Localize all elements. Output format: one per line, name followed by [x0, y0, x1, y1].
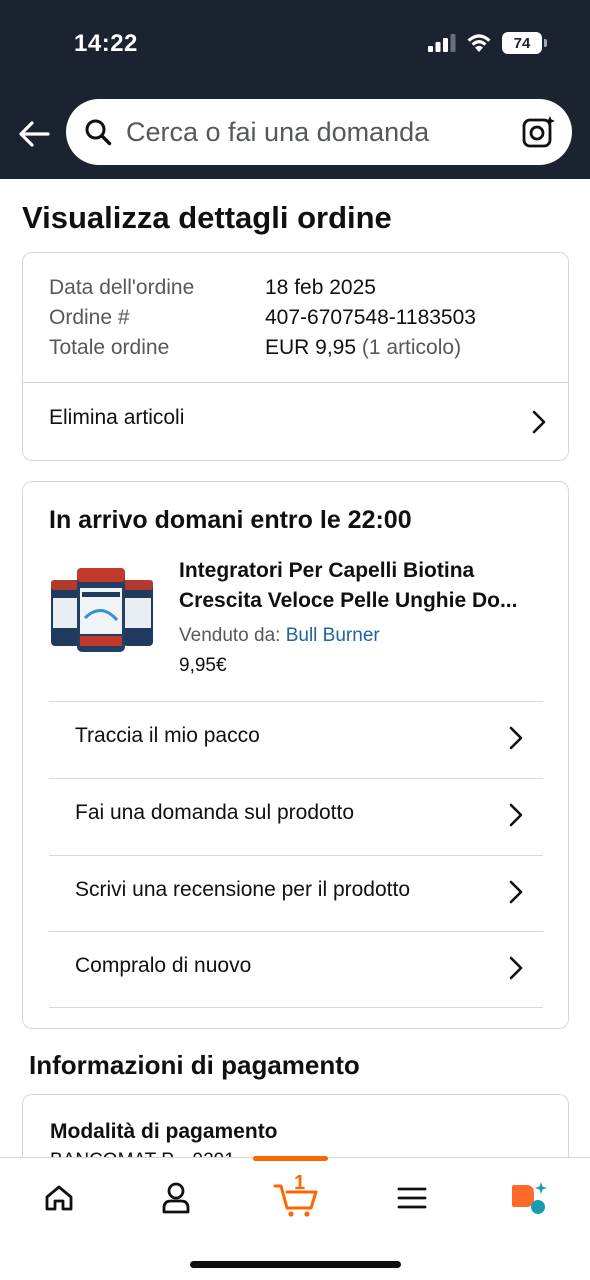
search-input[interactable]: Cerca o fai una domanda — [126, 117, 522, 148]
order-total-amount: EUR 9,95 — [265, 336, 357, 359]
arrow-left-icon — [19, 121, 50, 147]
ask-question-row[interactable]: Fai una domanda sul prodotto — [49, 779, 543, 855]
order-total-label: Totale ordine — [49, 336, 170, 359]
delete-items-row[interactable]: Elimina articoli — [23, 383, 568, 461]
order-summary-card: Data dell'ordine 18 feb 2025 Ordine # 40… — [22, 252, 569, 461]
nav-rufus[interactable] — [505, 1178, 555, 1218]
battery-icon: 74 — [502, 32, 547, 54]
delete-items-label: Elimina articoli — [49, 406, 185, 429]
buy-again-label: Compralo di nuovo — [75, 954, 252, 977]
home-icon — [45, 1185, 73, 1211]
order-number-value: 407-6707548-1183503 — [265, 306, 476, 329]
camera-lens-icon[interactable] — [522, 115, 556, 149]
product-price: 9,95€ — [179, 655, 227, 676]
payment-section-title: Informazioni di pagamento — [29, 1050, 360, 1080]
app-header: 14:22 74 Cerca o fai una domanda — [0, 0, 590, 179]
track-package-label: Traccia il mio pacco — [75, 724, 260, 747]
track-package-row[interactable]: Traccia il mio pacco — [49, 702, 543, 778]
delivery-estimate: In arrivo domani entro le 22:00 — [49, 506, 412, 534]
order-date-label: Data dell'ordine — [49, 276, 195, 299]
chevron-right-icon — [509, 726, 523, 750]
chevron-right-icon — [509, 880, 523, 904]
nav-menu[interactable] — [387, 1178, 437, 1218]
product-title[interactable]: Integratori Per Capelli Biotina Crescita… — [179, 556, 549, 616]
seller-link[interactable]: Bull Burner — [286, 625, 380, 646]
buy-again-row[interactable]: Compralo di nuovo — [49, 932, 543, 1008]
nav-home[interactable] — [34, 1178, 84, 1218]
search-bar[interactable]: Cerca o fai una domanda — [66, 99, 572, 165]
order-total-count: (1 articolo) — [356, 336, 462, 359]
product-image[interactable] — [49, 558, 155, 658]
divider — [49, 1007, 543, 1008]
shipment-card: In arrivo domani entro le 22:00 Integrat… — [22, 481, 569, 1029]
active-tab-indicator — [253, 1156, 328, 1161]
order-number-label: Ordine # — [49, 306, 130, 329]
product-title-line1: Integratori Per Capelli Biotina — [179, 559, 475, 582]
page-title: Visualizza dettagli ordine — [22, 200, 392, 235]
menu-icon — [397, 1187, 427, 1209]
sold-by-label: Venduto da: — [179, 625, 286, 646]
account-icon — [162, 1182, 190, 1214]
seller-info: Venduto da: Bull Burner — [179, 625, 380, 647]
chevron-right-icon — [509, 956, 523, 980]
write-review-row[interactable]: Scrivi una recensione per il prodotto — [49, 856, 543, 932]
search-icon — [85, 119, 112, 146]
chevron-right-icon — [509, 803, 523, 827]
order-total-value: EUR 9,95 (1 articolo) — [265, 336, 461, 360]
product-title-line2: Crescita Veloce Pelle Unghie Do... — [179, 589, 518, 612]
back-button[interactable] — [14, 114, 54, 154]
chevron-right-icon — [532, 410, 546, 434]
ask-question-label: Fai una domanda sul prodotto — [75, 801, 355, 824]
status-icons: 74 — [428, 32, 547, 54]
home-indicator-bar — [190, 1261, 401, 1268]
order-date-value: 18 feb 2025 — [265, 276, 376, 299]
cart-count-badge: 1 — [294, 1172, 306, 1194]
cellular-signal-icon — [428, 34, 456, 52]
nav-cart[interactable]: 1 — [268, 1172, 324, 1218]
bottom-navigation: 1 — [0, 1156, 590, 1280]
payment-method-label: Modalità di pagamento — [50, 1120, 278, 1143]
wifi-icon — [467, 34, 491, 52]
status-time: 14:22 — [74, 30, 138, 57]
nav-account[interactable] — [151, 1178, 201, 1218]
write-review-label: Scrivi una recensione per il prodotto — [75, 878, 411, 901]
rufus-icon — [512, 1182, 547, 1214]
